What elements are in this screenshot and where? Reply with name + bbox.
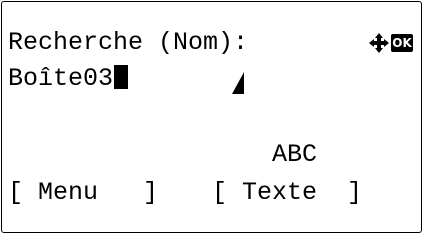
name-entry-field[interactable]: Boîte03 [8,64,129,94]
entry-text: Boîte03 [8,64,114,93]
screen-title: Recherche (Nom): [8,28,249,57]
menu-softkey[interactable]: [ Menu ] [8,178,158,208]
ok-icon: OK [391,34,413,52]
input-mode-indicator: ABC [272,140,318,169]
four-way-arrow-icon [369,33,389,53]
position-marker-icon [232,72,244,94]
text-softkey[interactable]: [ Texte ] [212,178,362,208]
text-cursor [114,65,129,89]
